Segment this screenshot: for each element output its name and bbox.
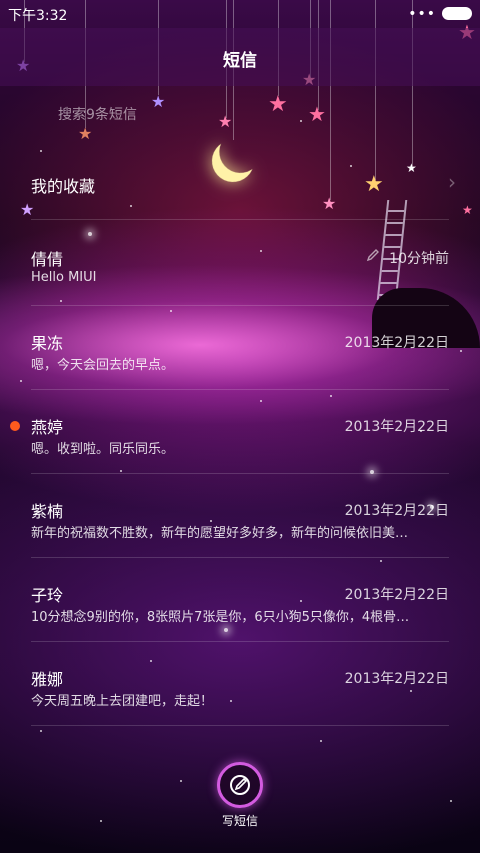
hanging-star-icon: ★ — [268, 92, 288, 117]
search-field[interactable]: 搜索9条短信 — [58, 104, 137, 124]
contact-name: 雅娜 — [31, 670, 64, 689]
message-preview: 新年的祝福数不胜数，新年的愿望好多好多，新年的问候依旧美… — [31, 526, 409, 541]
message-preview: 嗯，今天会回去的早点。 — [31, 358, 175, 373]
chevron-right-icon: › — [448, 170, 456, 194]
message-time: 2013年2月22日 — [344, 503, 449, 519]
message-preview: 10分想念9别的你，8张照片7张是你，6只小狗5只像你，4根骨… — [31, 610, 410, 625]
message-time: 2013年2月22日 — [344, 587, 449, 603]
compose-button[interactable] — [217, 762, 263, 808]
message-time: 10分钟前 — [389, 251, 449, 267]
contact-name: 子玲 — [31, 586, 64, 605]
favorites-row[interactable]: 我的收藏 › — [0, 140, 480, 220]
conversation-item[interactable]: 雅娜 2013年2月22日 今天周五晚上去团建吧，走起！ — [0, 642, 480, 726]
compose-label[interactable]: 写短信 — [0, 812, 480, 829]
favorites-label: 我的收藏 — [31, 177, 96, 196]
message-preview: Hello MIUI — [31, 270, 97, 285]
message-preview: 嗯。收到啦。同乐同乐。 — [31, 442, 175, 457]
conversation-list: 倩倩 10分钟前 Hello MIUI 果冻 2013年2月22日 嗯，今天会回… — [0, 222, 480, 726]
status-time: 下午3:32 — [8, 8, 68, 24]
divider — [31, 219, 449, 220]
app-header: 短信 — [0, 28, 480, 86]
hanging-star-icon: ★ — [151, 92, 166, 111]
status-bar: 下午3:32 ••• — [0, 0, 480, 28]
conversation-item[interactable]: 倩倩 10分钟前 Hello MIUI — [0, 222, 480, 306]
conversation-item[interactable]: 果冻 2013年2月22日 嗯，今天会回去的早点。 — [0, 306, 480, 390]
page-title: 短信 — [223, 51, 257, 71]
divider — [31, 725, 449, 726]
contact-name: 燕婷 — [31, 418, 64, 437]
message-time: 2013年2月22日 — [344, 671, 449, 687]
message-time: 2013年2月22日 — [344, 419, 449, 435]
draft-pencil-icon — [366, 249, 379, 262]
compose-icon — [230, 775, 250, 795]
contact-name: 果冻 — [31, 334, 64, 353]
unread-dot-icon — [10, 421, 20, 431]
conversation-item[interactable]: 子玲 2013年2月22日 10分想念9别的你，8张照片7张是你，6只小狗5只像… — [0, 558, 480, 642]
conversation-item[interactable]: 紫楠 2013年2月22日 新年的祝福数不胜数，新年的愿望好多好多，新年的问候依… — [0, 474, 480, 558]
battery-icon — [442, 7, 472, 20]
message-time: 2013年2月22日 — [344, 335, 449, 351]
hanging-star-icon: ★ — [308, 102, 326, 126]
signal-dots-icon: ••• — [408, 6, 436, 22]
compose-area: 写短信 — [0, 762, 480, 832]
hanging-star-icon: ★ — [218, 112, 233, 131]
message-preview: 今天周五晚上去团建吧，走起！ — [31, 694, 214, 709]
contact-name: 紫楠 — [31, 502, 64, 521]
contact-name: 倩倩 — [31, 250, 64, 269]
conversation-item[interactable]: 燕婷 2013年2月22日 嗯。收到啦。同乐同乐。 — [0, 390, 480, 474]
